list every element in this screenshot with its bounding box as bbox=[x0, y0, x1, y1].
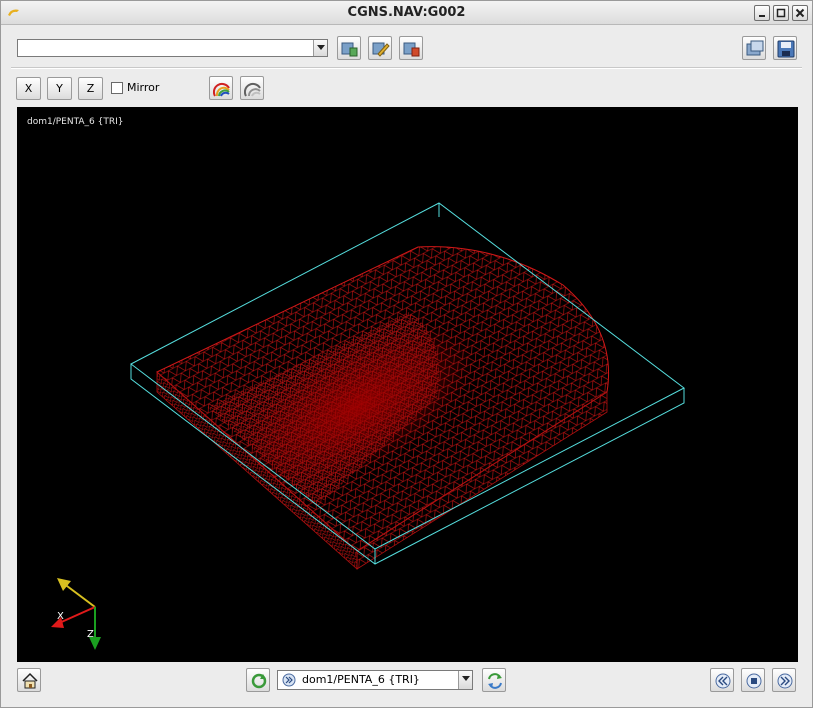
app-window: CGNS.NAV:G002 X Y Z Mirror X Z dom1/PENT… bbox=[0, 0, 813, 708]
close-button[interactable] bbox=[792, 5, 808, 21]
title-bar: CGNS.NAV:G002 bbox=[1, 1, 812, 25]
forward-icon bbox=[777, 673, 793, 689]
family-selector[interactable]: dom1/PENTA_6 {TRI} bbox=[277, 670, 473, 690]
viewport-label: dom1/PENTA_6 {TRI} bbox=[27, 117, 124, 127]
save-button[interactable] bbox=[773, 36, 797, 60]
mesh-surface bbox=[156, 246, 610, 570]
edit-view-button[interactable] bbox=[368, 36, 392, 60]
axis-x-label: X bbox=[57, 611, 64, 622]
render-viewport[interactable]: X Z dom1/PENTA_6 {TRI} bbox=[17, 107, 798, 662]
forward-small-icon bbox=[282, 673, 296, 690]
forward-button[interactable] bbox=[772, 668, 796, 692]
axis-triad: X Z bbox=[51, 578, 101, 650]
close-icon bbox=[795, 8, 805, 18]
delete-view-button[interactable] bbox=[399, 36, 423, 60]
minimize-icon bbox=[759, 15, 765, 17]
add-view-icon bbox=[341, 42, 358, 57]
delete-view-icon bbox=[403, 42, 420, 57]
cycle-icon bbox=[488, 673, 502, 689]
view-x-button[interactable]: X bbox=[16, 77, 41, 100]
minimize-button[interactable] bbox=[754, 5, 770, 21]
view-z-button[interactable]: Z bbox=[78, 77, 103, 100]
window-title: CGNS.NAV:G002 bbox=[347, 5, 466, 20]
mesh-render: X Z bbox=[51, 202, 685, 650]
refresh-button[interactable] bbox=[246, 668, 270, 692]
stop-icon bbox=[746, 673, 762, 689]
chevron-down-icon[interactable] bbox=[313, 40, 327, 56]
maximize-icon bbox=[776, 8, 786, 18]
add-view-button[interactable] bbox=[337, 36, 361, 60]
maximize-button[interactable] bbox=[773, 5, 789, 21]
color-grey-icon bbox=[244, 82, 261, 97]
mirror-checkbox[interactable] bbox=[111, 82, 123, 94]
view-y-button[interactable]: Y bbox=[47, 77, 72, 100]
refresh-icon bbox=[251, 673, 267, 689]
snapshot-icon bbox=[746, 40, 764, 56]
cycle-button[interactable] bbox=[482, 668, 506, 692]
toolbar-separator bbox=[11, 67, 802, 69]
save-icon bbox=[777, 40, 795, 58]
color-rainbow-icon bbox=[213, 82, 230, 97]
rainbow-color-button[interactable] bbox=[209, 76, 233, 100]
family-selector-value: dom1/PENTA_6 {TRI} bbox=[302, 673, 420, 686]
snapshot-button[interactable] bbox=[742, 36, 766, 60]
home-button[interactable] bbox=[17, 668, 41, 692]
stop-button[interactable] bbox=[741, 668, 765, 692]
edit-view-icon bbox=[372, 42, 390, 57]
rewind-icon bbox=[715, 673, 731, 689]
rewind-button[interactable] bbox=[710, 668, 734, 692]
grey-color-button[interactable] bbox=[240, 76, 264, 100]
chevron-down-icon[interactable] bbox=[458, 671, 472, 689]
home-icon bbox=[22, 672, 38, 689]
axis-z-label: Z bbox=[87, 629, 94, 640]
view-selector[interactable] bbox=[17, 39, 328, 57]
mirror-label: Mirror bbox=[127, 81, 160, 94]
